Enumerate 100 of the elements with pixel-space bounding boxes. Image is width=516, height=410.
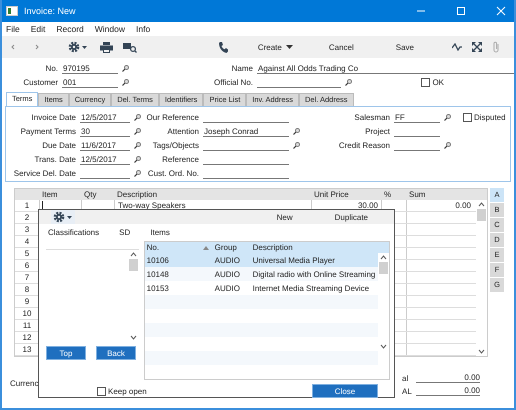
row-number: 3 xyxy=(24,224,30,235)
row-number: 9 xyxy=(24,296,30,307)
field-label: Service Del. Date xyxy=(12,168,76,178)
customer-field[interactable]: 001 xyxy=(62,76,118,88)
table-row[interactable]: 10106 AUDIO Universal Media Player xyxy=(144,253,378,267)
checkbox-label: Disputed xyxy=(474,112,506,122)
menu-item[interactable]: File xyxy=(6,24,20,34)
name-field[interactable]: Against All Odds Trading Co xyxy=(257,62,514,74)
close-icon[interactable] xyxy=(496,6,506,16)
row-number: 11 xyxy=(22,320,32,331)
printer-icon[interactable] xyxy=(100,42,113,52)
search-icon[interactable] xyxy=(134,114,141,120)
field-label: Our Reference xyxy=(146,112,199,122)
forward-icon[interactable] xyxy=(34,43,40,51)
tab[interactable]: SD xyxy=(119,228,130,237)
sort-icon xyxy=(202,246,209,250)
phone-icon[interactable] xyxy=(218,41,228,53)
table-row[interactable]: 10148 AUDIO Digital radio with Online Streaming xyxy=(144,267,378,281)
input-field[interactable]: 12/5/2017 xyxy=(80,154,130,164)
settings-icon[interactable] xyxy=(68,41,88,53)
menu-item[interactable]: Info xyxy=(136,24,150,34)
scroll-up-icon[interactable] xyxy=(478,202,485,207)
scrollbar[interactable] xyxy=(476,200,487,356)
field-label: Due Date xyxy=(41,140,76,150)
row-number: 12 xyxy=(22,332,32,343)
keep-open-checkbox[interactable] xyxy=(97,386,106,396)
column-header: % xyxy=(383,190,392,199)
scrollbar[interactable] xyxy=(378,253,389,351)
menu-item[interactable]: Edit xyxy=(30,24,46,34)
scroll-up-icon[interactable] xyxy=(130,252,137,257)
table-row[interactable]: 10153 AUDIO Internet Media Streaming Device xyxy=(144,281,378,295)
cancel-button[interactable]: Cancel xyxy=(324,42,358,52)
row-number: 7 xyxy=(24,272,30,283)
activity-icon[interactable] xyxy=(452,43,462,51)
duplicate-button[interactable]: Duplicate xyxy=(330,212,372,222)
row-number: 2 xyxy=(24,212,30,223)
tab[interactable]: Classifications xyxy=(48,228,100,237)
settings-button[interactable] xyxy=(51,210,75,224)
field-label: Cust. Ord. No. xyxy=(146,168,199,178)
window-icon xyxy=(6,6,18,16)
top-button[interactable]: Top xyxy=(46,346,86,360)
field-label: Trans. Date xyxy=(34,154,76,164)
scroll-thumb[interactable] xyxy=(477,209,486,221)
maximize-icon[interactable] xyxy=(456,6,466,16)
search-icon[interactable] xyxy=(293,142,300,148)
search-icon[interactable] xyxy=(444,142,451,148)
number-field[interactable]: 970195 xyxy=(62,62,118,74)
checkbox-label: OK xyxy=(432,78,444,86)
close-button[interactable]: Close xyxy=(312,384,378,398)
field-label: Payment Terms xyxy=(20,126,76,136)
input-field[interactable]: Joseph Conrad xyxy=(203,126,289,136)
back-icon[interactable] xyxy=(10,43,16,51)
row-number: 6 xyxy=(24,260,30,271)
input-field[interactable]: 30 xyxy=(80,126,130,136)
search-icon[interactable] xyxy=(122,64,129,72)
scroll-down-icon[interactable] xyxy=(380,344,387,349)
search-icon[interactable] xyxy=(293,128,300,134)
scroll-down-icon[interactable] xyxy=(478,349,485,354)
expand-icon[interactable] xyxy=(472,42,482,52)
search-icon[interactable] xyxy=(134,156,141,162)
paperclip-icon[interactable] xyxy=(492,41,500,53)
table-cell: 30.00 xyxy=(358,201,378,210)
scroll-thumb[interactable] xyxy=(379,262,388,274)
input-field[interactable]: FF xyxy=(394,112,440,122)
field-label: al xyxy=(402,374,410,382)
column-header: Unit Price xyxy=(313,190,350,199)
menu-item[interactable]: Record xyxy=(56,24,84,34)
save-button[interactable]: Save xyxy=(392,42,418,52)
input-field[interactable]: 12/5/2017 xyxy=(80,112,130,122)
table-cell: Two-way Speakers xyxy=(118,201,186,210)
create-button[interactable]: Create xyxy=(254,42,297,52)
column-header[interactable]: No. xyxy=(144,243,213,252)
row-number: 13 xyxy=(22,344,32,355)
column-header: Item xyxy=(41,190,59,199)
column-header[interactable]: Description xyxy=(250,243,389,252)
checkbox-label: Keep open xyxy=(108,386,147,396)
input-field[interactable]: 11/6/2017 xyxy=(80,140,130,150)
new-button[interactable]: New xyxy=(272,212,297,222)
back-button[interactable]: Back xyxy=(96,346,136,360)
column-header: Qty xyxy=(83,190,98,199)
search-icon[interactable] xyxy=(134,128,141,134)
tab[interactable]: Items xyxy=(150,228,170,237)
total-field: 0.00 xyxy=(416,373,480,383)
search-icon[interactable] xyxy=(134,170,141,176)
field-label: Official No. xyxy=(213,78,253,86)
scroll-up-icon[interactable] xyxy=(380,255,387,260)
search-icon[interactable] xyxy=(444,114,451,120)
search-icon[interactable] xyxy=(345,78,352,86)
disputed-checkbox[interactable] xyxy=(463,112,472,122)
ok-checkbox[interactable] xyxy=(421,78,430,86)
field-label: Invoice Date xyxy=(30,112,76,122)
search-icon[interactable] xyxy=(122,78,129,86)
search-icon[interactable] xyxy=(134,142,141,148)
scroll-down-icon[interactable] xyxy=(130,335,137,340)
window-title: Invoice: New xyxy=(24,6,76,16)
column-header[interactable]: Group xyxy=(212,243,251,252)
scroll-thumb[interactable] xyxy=(128,259,138,271)
row-number: 5 xyxy=(24,248,30,259)
print-preview-icon[interactable] xyxy=(123,42,137,52)
menu-item[interactable]: Window xyxy=(94,24,125,34)
